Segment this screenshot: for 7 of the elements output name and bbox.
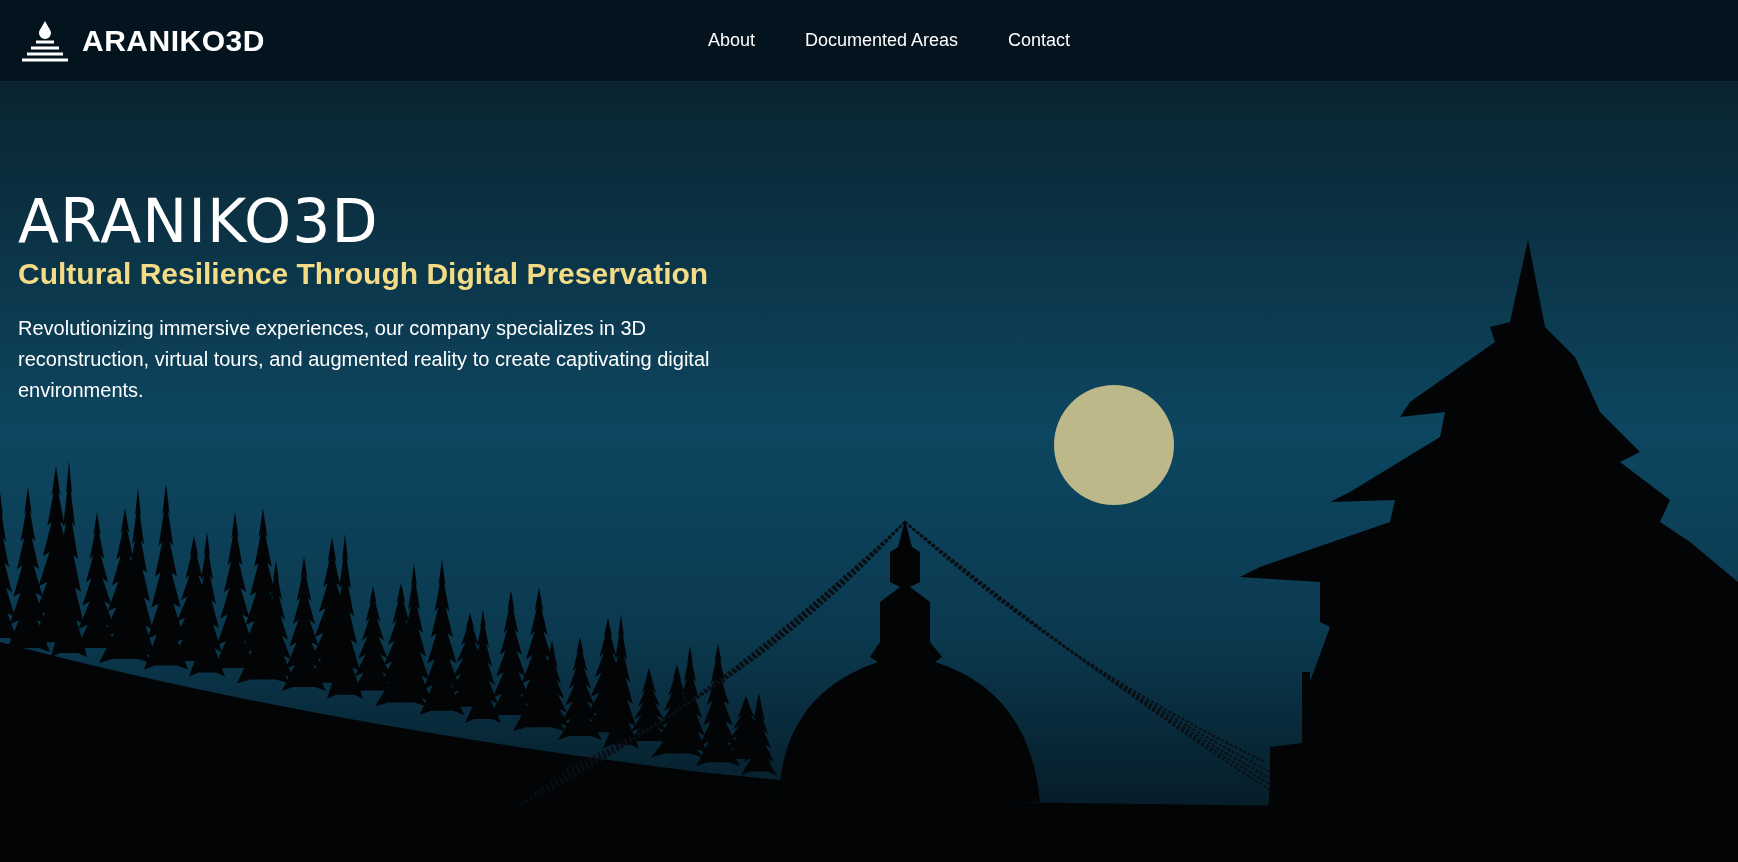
- hero-title: ARANIKO3D: [18, 190, 380, 253]
- nav-link[interactable]: Contact: [1008, 30, 1071, 51]
- logo-text[interactable]: ARANIKO3D: [82, 23, 265, 58]
- nav-link[interactable]: Documented Areas: [804, 30, 959, 51]
- nav-link[interactable]: About: [707, 30, 755, 51]
- hero-subtitle: Cultural Resilience Through Digital Preservation: [18, 257, 710, 291]
- hero-description: Revolutionizing immersive experiences, our company specializes in 3D reconstruction, virtual tours, and augmented reality to create captivating digital environments.: [18, 316, 711, 403]
